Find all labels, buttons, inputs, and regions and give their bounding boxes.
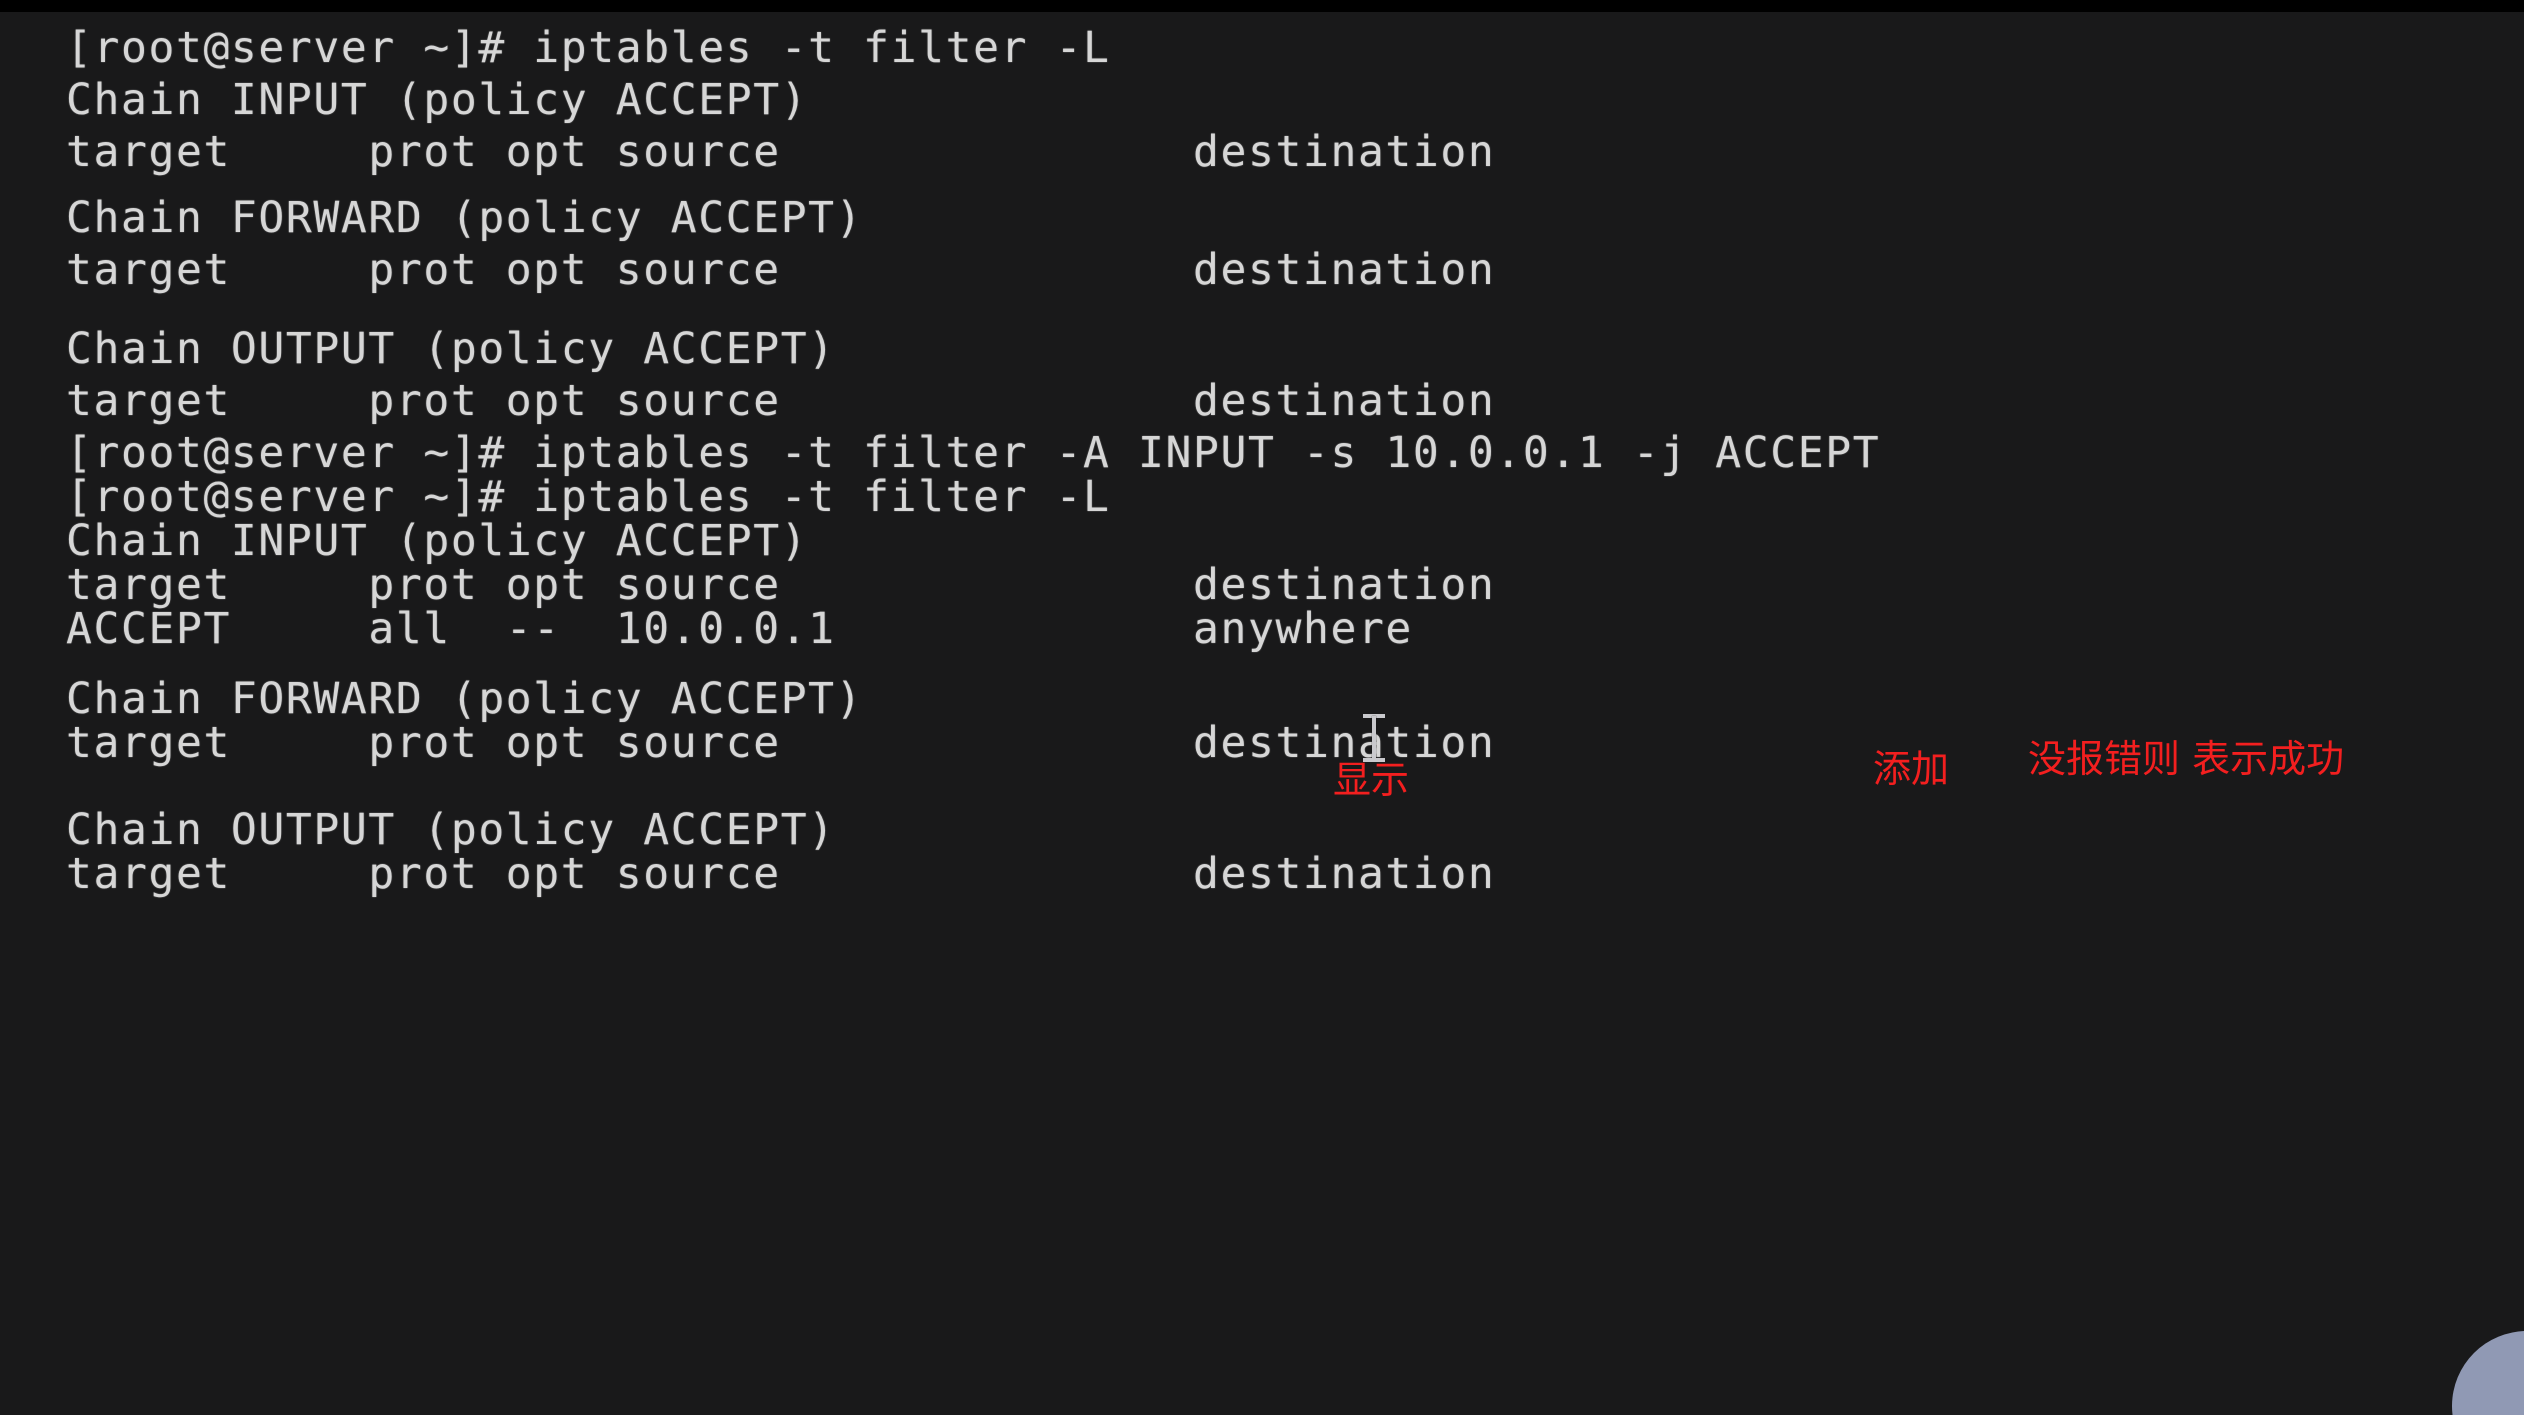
annotation-add: 添加: [1873, 747, 1950, 791]
terminal-line: target prot opt source destination: [66, 376, 1496, 426]
letterbox-top-bar: [0, 0, 2524, 12]
cursor-cap-bottom: [1363, 758, 1385, 762]
screenshot-frame: [root@server ~]# iptables -t filter -L C…: [0, 0, 2524, 1415]
cursor-stem: [1372, 716, 1376, 762]
text-cursor-icon: [1363, 712, 1385, 764]
terminal-line: Chain FORWARD (policy ACCEPT): [66, 193, 864, 243]
annotation-success: 没报错则 表示成功: [2028, 737, 2345, 781]
terminal-line: ACCEPT all -- 10.0.0.1 anywhere: [66, 604, 1413, 654]
terminal-line: target prot opt source destination: [66, 718, 1496, 768]
terminal-line: target prot opt source destination: [66, 245, 1496, 295]
terminal-line: target prot opt source destination: [66, 127, 1496, 177]
annotation-display: 显示: [1333, 758, 1410, 802]
terminal-line: [root@server ~]# iptables -t filter -L: [66, 23, 1111, 73]
corner-bubble-overlay[interactable]: [2452, 1331, 2524, 1415]
terminal-window[interactable]: [root@server ~]# iptables -t filter -L C…: [0, 12, 2524, 1415]
terminal-line: Chain OUTPUT (policy ACCEPT): [66, 324, 836, 374]
terminal-line: Chain INPUT (policy ACCEPT): [66, 75, 809, 125]
terminal-line: target prot opt source destination: [66, 849, 1496, 899]
